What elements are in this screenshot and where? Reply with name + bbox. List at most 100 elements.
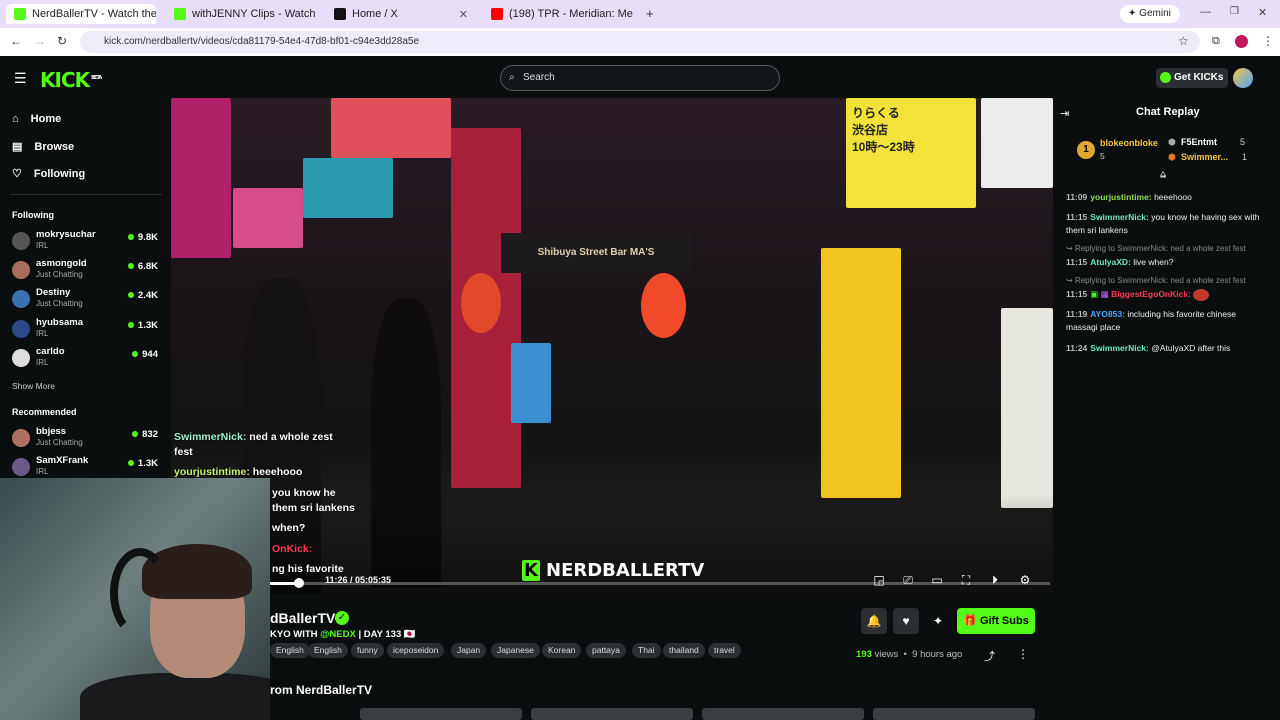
miniplayer-icon[interactable]: ◲ — [872, 573, 886, 587]
close-tab-icon[interactable]: ✕ — [459, 8, 468, 21]
overlay-chat-line: you know he — [272, 487, 336, 499]
show-more-link[interactable]: Show More — [12, 381, 55, 391]
fullscreen-icon[interactable]: ⛶ — [959, 573, 973, 587]
playback-time: 11:26 / 05:05:35 — [325, 575, 392, 585]
autoplay-icon[interactable]: ⏵ — [988, 573, 1002, 587]
theater-mode-icon[interactable]: ▭ — [930, 573, 944, 587]
leaderboard-count: 5 — [1240, 137, 1246, 147]
window-close-icon[interactable]: ✕ — [1258, 6, 1267, 19]
tag-chip[interactable]: funny — [351, 643, 384, 658]
sidebar-channel[interactable]: SamXFrank IRL 1.3K — [12, 455, 162, 477]
tag-chip[interactable]: English — [308, 643, 348, 658]
tag-chip[interactable]: Japan — [451, 643, 487, 658]
overlay-chat-line: SwimmerNick: ned a whole zest — [174, 431, 333, 443]
video-player[interactable]: Shibuya Street Bar MA'S りらくる 渋谷店 10時～23時 — [171, 98, 1053, 594]
recommended-heading: Recommended — [12, 407, 77, 417]
follow-heart-button[interactable]: ♥ — [893, 608, 919, 634]
search-input[interactable]: ⌕ Search — [500, 65, 780, 91]
reload-icon[interactable]: ↻ — [57, 34, 67, 48]
sparkle-button[interactable]: ✦ — [925, 608, 951, 634]
new-tab-icon[interactable]: + — [646, 6, 654, 21]
browser-tab[interactable]: withJENNY Clips - Watch Live o ✕ — [166, 4, 316, 24]
channel-name[interactable]: dBallerTV — [270, 610, 335, 626]
bar-sign: Shibuya Street Bar MA'S — [501, 233, 691, 273]
expand-leaderboard-icon[interactable]: ⩠ — [1160, 169, 1166, 180]
hamburger-menu-icon[interactable]: ☰ — [14, 70, 27, 87]
viewer-count: 832 — [132, 429, 158, 440]
url-field[interactable]: kick.com/nerdballertv/videos/cda81179-54… — [80, 31, 1200, 53]
browser-tab[interactable]: (198) TPR - Meridian: Melancho ✕ — [483, 4, 633, 24]
video-thumbnail[interactable] — [360, 708, 522, 720]
back-icon[interactable]: ← — [10, 34, 22, 48]
viewer-count: 1.3K — [128, 458, 158, 469]
maximize-icon[interactable]: ❐ — [1230, 6, 1239, 17]
chat-message: 11:15 SwimmerNick: you know he having sex… — [1066, 212, 1260, 235]
video-thumbnail[interactable] — [873, 708, 1035, 720]
viewer-count: 6.8K — [128, 261, 158, 272]
chat-message: 11:09 yourjustintime: heeehooo — [1066, 192, 1192, 202]
sidebar-channel[interactable]: hyubsama IRL 1.3K — [12, 317, 162, 343]
search-icon: ⌕ — [509, 72, 515, 83]
gemini-button[interactable]: ✦ Gemini — [1120, 5, 1180, 23]
leaderboard-user[interactable]: F5Entmt — [1181, 137, 1217, 147]
search-placeholder: Search — [523, 72, 555, 83]
bookmark-star-icon[interactable]: ☆ — [1178, 34, 1189, 48]
notification-bell-button[interactable]: 🔔 — [861, 608, 887, 634]
chat-message: 11:19 AYO853: including his favorite chin… — [1066, 309, 1236, 332]
webcam-overlay — [0, 478, 270, 720]
tag-chip[interactable]: iceposeidon — [387, 643, 445, 658]
heart-icon: ♡ — [12, 168, 22, 180]
kick-logo[interactable]: KICK BETA — [40, 68, 102, 92]
gift-subs-button[interactable]: 🎁 Gift Subs — [957, 608, 1035, 634]
tag-chip[interactable]: travel — [708, 643, 741, 658]
video-thumbnail[interactable] — [531, 708, 693, 720]
overlay-chat-line: fest — [174, 446, 193, 458]
tag-chip[interactable]: Thai — [632, 643, 661, 658]
overlay-chat-line: ng his favorite — [272, 563, 344, 575]
leaderboard-count: 5 — [1100, 151, 1105, 161]
minimize-icon[interactable]: — — [1200, 6, 1211, 18]
sidebar-channel[interactable]: Destiny Just Chatting 2.4K — [12, 287, 162, 313]
collapse-chat-icon[interactable]: ⇥ — [1060, 107, 1069, 120]
sidebar-item-browse[interactable]: ▤ Browse — [12, 140, 74, 154]
clip-icon[interactable]: ⎚ — [901, 573, 915, 587]
sidebar-channel[interactable]: carldo IRL 944 — [12, 346, 162, 372]
tag-chip[interactable]: Japanese — [491, 643, 540, 658]
headphones — [110, 548, 170, 638]
sidebar-item-following[interactable]: ♡ Following — [12, 167, 85, 181]
overlay-chat-line: OnKick: — [272, 543, 313, 555]
avatar — [12, 349, 30, 367]
storefront-window — [1001, 308, 1053, 508]
tag-chip[interactable]: pattaya — [586, 643, 626, 658]
leaderboard-user[interactable]: Swimmer... — [1181, 152, 1228, 162]
browser-tab[interactable]: NerdBallerTV - Watch the V 🔊 ✕ — [6, 4, 156, 24]
leaderboard-user[interactable]: blokeonbloke — [1100, 138, 1158, 148]
avatar — [12, 458, 30, 476]
progress-scrubber[interactable] — [294, 578, 304, 588]
share-icon[interactable]: ⤴ — [984, 648, 995, 664]
avatar — [12, 261, 30, 279]
sidebar-channel[interactable]: asmongold Just Chatting 6.8K — [12, 258, 162, 284]
sidebar-item-home[interactable]: ⌂ Home — [12, 113, 61, 125]
settings-gear-icon[interactable]: ⚙ — [1018, 573, 1032, 587]
channel-watermark: K NERDBALLERTV — [522, 560, 704, 581]
profile-avatar[interactable] — [1235, 35, 1248, 48]
video-thumbnail[interactable] — [702, 708, 864, 720]
get-kicks-button[interactable]: Get KICKs — [1156, 68, 1228, 88]
tag-chip[interactable]: thailand — [663, 643, 705, 658]
sidebar-channel[interactable]: bbjess Just Chatting 832 — [12, 426, 162, 452]
tag-chip[interactable]: English — [270, 643, 310, 658]
browser-menu-icon[interactable]: ⋮ — [1262, 34, 1274, 48]
extensions-icon[interactable]: ⧉ — [1212, 35, 1220, 48]
x-favicon-icon — [334, 8, 346, 20]
upload-age: 9 hours ago — [912, 649, 963, 660]
sidebar-channel[interactable]: mokrysuchar IRL 9.8K — [12, 229, 162, 255]
user-avatar[interactable] — [1233, 68, 1253, 88]
verified-badge-icon: ✓ — [335, 611, 349, 625]
more-options-icon[interactable]: ⋮ — [1017, 647, 1029, 661]
browser-tab[interactable]: Home / X ✕ — [326, 4, 476, 24]
forward-icon[interactable]: → — [34, 34, 46, 48]
mention-link[interactable]: @NEDX — [320, 629, 356, 640]
sub-badge-icon: ▦ — [1100, 289, 1109, 299]
tag-chip[interactable]: Korean — [542, 643, 582, 658]
